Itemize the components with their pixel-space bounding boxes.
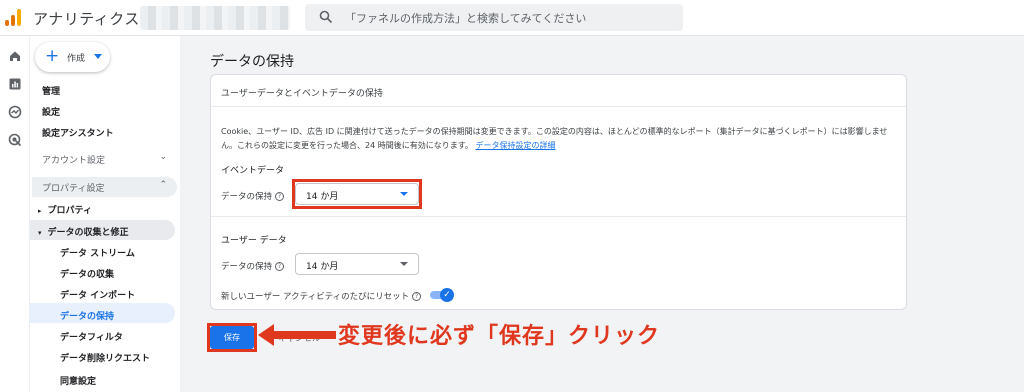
annotation-arrow-icon <box>258 324 336 346</box>
admin-sidebar: + 作成 管理 設定 設定アシスタント アカウント設定 ⌄ プロパティ設定 ⌃ … <box>30 36 180 392</box>
advertising-icon[interactable] <box>7 132 23 148</box>
check-icon: ✓ <box>440 288 454 302</box>
user-retention-value: 14 か月 <box>306 262 339 272</box>
plus-icon: + <box>45 46 60 66</box>
property-label: プロパティ <box>47 206 92 216</box>
sidebar-item-data-streams[interactable]: データ ストリーム <box>60 246 135 259</box>
sidebar-item-consent-settings[interactable]: 同意設定 <box>60 374 96 387</box>
sidebar-item-data-filters[interactable]: データフィルタ <box>60 330 123 343</box>
search-placeholder: 「ファネルの作成方法」と検索してみてください <box>345 12 587 25</box>
help-icon[interactable]: ? <box>412 292 422 301</box>
nav-property[interactable]: ▸ プロパティ <box>38 203 92 216</box>
chevron-up-icon: ⌃ <box>159 180 167 190</box>
property-settings-label: プロパティ設定 <box>42 184 105 194</box>
reset-toggle[interactable]: ✓ <box>430 288 454 302</box>
app-title: アナリティクス <box>33 10 140 28</box>
help-icon[interactable]: ? <box>275 192 285 201</box>
user-retention-select[interactable]: 14 か月 <box>295 253 419 275</box>
nav-admin[interactable]: 管理 <box>42 84 60 97</box>
caret-down-icon <box>94 54 102 59</box>
description: Cookie、ユーザー ID、広告 ID に関連付けて送ったデータの保持期間は変… <box>221 125 901 153</box>
sidebar-item-data-retention[interactable]: データの保持 <box>60 309 114 322</box>
section-property-settings[interactable]: プロパティ設定 ⌃ <box>32 177 177 197</box>
help-icon[interactable]: ? <box>275 262 285 271</box>
home-icon[interactable] <box>7 48 23 64</box>
dropdown-arrow-icon <box>400 262 408 266</box>
user-retention-label: データの保持? <box>221 260 285 272</box>
create-button[interactable]: + 作成 <box>35 42 110 72</box>
explore-icon[interactable] <box>7 104 23 120</box>
caret-down-icon: ▾ <box>38 229 42 237</box>
event-data-heading: イベントデータ <box>221 166 285 176</box>
reset-on-activity-label: 新しいユーザー アクティビティのたびにリセット? <box>221 290 422 302</box>
user-retention-label-text: データの保持 <box>221 262 273 272</box>
nav-setup-assistant[interactable]: 設定アシスタント <box>42 126 114 139</box>
sidebar-item-data-deletion[interactable]: データ削除リクエスト <box>60 351 150 364</box>
reports-icon[interactable] <box>7 76 23 92</box>
sidebar-item-data-collection[interactable]: データの収集 <box>60 267 114 280</box>
main-content: データの保持 ユーザーデータとイベントデータの保持 Cookie、ユーザー ID… <box>180 36 1024 392</box>
highlight-box-event-select <box>292 179 422 209</box>
page-title: データの保持 <box>210 54 294 70</box>
create-label: 作成 <box>67 54 86 64</box>
retention-card: ユーザーデータとイベントデータの保持 Cookie、ユーザー ID、広告 ID … <box>210 74 907 310</box>
learn-more-link[interactable]: データ保持設定の詳細 <box>475 141 555 150</box>
account-selector-blurred[interactable] <box>140 6 290 30</box>
nav-settings[interactable]: 設定 <box>42 105 60 118</box>
card-header: ユーザーデータとイベントデータの保持 <box>211 75 906 107</box>
nav-rail <box>0 36 30 392</box>
user-data-heading: ユーザー データ <box>221 236 287 246</box>
top-bar: アナリティクス 「ファネルの作成方法」と検索してみてください <box>0 0 1024 36</box>
highlight-box-save <box>207 323 257 352</box>
reset-label-text: 新しいユーザー アクティビティのたびにリセット <box>221 292 410 302</box>
section-divider <box>211 216 906 217</box>
annotation-text: 変更後に必ず「保存」クリック <box>338 324 661 349</box>
section-account-settings[interactable]: アカウント設定 ⌄ <box>32 149 177 169</box>
card-title: ユーザーデータとイベントデータの保持 <box>221 89 383 99</box>
sidebar-item-data-import[interactable]: データ インポート <box>60 288 135 301</box>
event-retention-label-text: データの保持 <box>221 192 273 202</box>
search-icon <box>319 10 333 24</box>
analytics-logo-icon <box>4 8 22 26</box>
data-collection-label: データの収集と修正 <box>47 228 129 238</box>
search-bar[interactable]: 「ファネルの作成方法」と検索してみてください <box>305 4 683 31</box>
event-retention-label: データの保持? <box>221 190 285 202</box>
account-settings-label: アカウント設定 <box>42 156 106 166</box>
nav-data-collection[interactable]: ▾ データの収集と修正 <box>38 225 129 238</box>
chevron-down-icon: ⌄ <box>159 152 167 162</box>
caret-right-icon: ▸ <box>38 207 42 215</box>
